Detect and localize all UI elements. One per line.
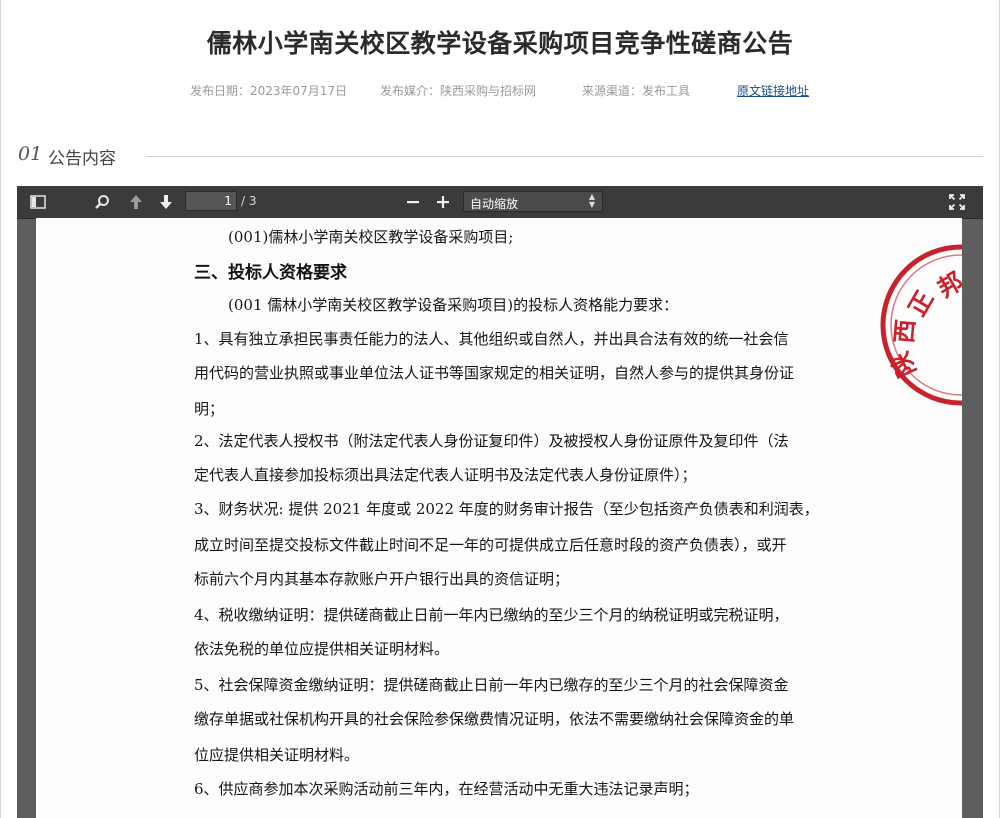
source-channel: 来源渠道：发布工具 [582,84,691,98]
arrow-up-icon [129,194,143,210]
page-border-left [0,0,1,818]
doc-line: 1、具有独立承担民事责任能力的法人、其他组织或自然人，并出具合法有效的统一社会信 [194,330,789,348]
section-header: 01 公告内容 [18,143,983,169]
doc-line: 缴存单据或社保机构开具的社会保险参保缴费情况证明，依法不需要缴纳社会保障资金的单 [194,710,795,728]
doc-line: 定代表人直接参加投标须出具法定代表人证明书及法定代表人身份证原件）； [194,466,697,484]
zoom-out-button[interactable] [403,192,423,212]
doc-line: 用代码的营业执照或事业单位法人证书等国家规定的相关证明，自然人参与的提供其身份证 [194,364,795,382]
zoom-select[interactable]: 自动缩放 ▲ ▼ [463,191,603,212]
section-label: 公告内容 [48,149,116,169]
sidebar-toggle-button[interactable] [27,192,49,212]
publish-date: 发布日期：2023年07月17日 [190,84,348,98]
section-number: 01 [18,143,43,165]
doc-line: 标前六个月内其基本存款账户开户银行出具的资信证明； [194,570,570,588]
official-seal: 邦 正 西 陕 [876,240,962,410]
section-divider [146,156,983,157]
find-button[interactable] [91,192,113,212]
doc-line: 明； [194,400,225,418]
fullscreen-icon [949,194,965,210]
doc-heading: 三、投标人资格要求 [194,263,347,283]
arrow-down-icon [159,194,173,210]
svg-text:陕: 陕 [886,348,922,382]
page-number-input[interactable] [185,191,237,211]
publish-media: 发布媒介：陕西采购与招标网 [380,84,537,98]
select-arrows-icon: ▲ ▼ [588,192,595,209]
doc-line: 6、供应商参加本次采购活动前三年内，在经营活动中无重大违法记录声明； [194,780,699,798]
page-total: / 3 [241,194,257,208]
doc-line: 5、社会保障资金缴纳证明：提供磋商截止日前一年内已缴存的至少三个月的社会保障资金 [194,676,789,694]
svg-text:邦: 邦 [933,267,962,303]
svg-text:正: 正 [903,286,939,321]
page-title: 儒林小学南关校区教学设备采购项目竞争性磋商公告 [206,29,794,58]
minus-icon [406,195,420,209]
original-link[interactable]: 原文链接地址 [737,82,809,99]
pdf-viewer: / 3 自动缩放 ▲▼ [17,186,983,818]
pdf-page: 邦 正 西 陕 (001)儒林小学南关校区教学设备采购项目; 三、投标人资格要求… [36,218,962,818]
svg-text:西: 西 [890,318,920,344]
doc-line: 3、财务状况: 提供 2021 年度或 2022 年度的财务审计报告（至少包括资… [194,500,819,518]
next-page-button[interactable] [155,192,177,212]
plus-icon [436,195,450,209]
doc-line: 位应提供相关证明材料。 [194,746,360,764]
search-icon [94,194,110,210]
doc-line: 成立时间至提交投标文件截止时间不足一年的可提供成立后任意时段的资产负债表），或开 [194,536,787,554]
doc-line: (001 儒林小学南关校区教学设备采购项目)的投标人资格能力要求： [228,296,679,314]
pdf-toolbar: / 3 自动缩放 ▲▼ [17,186,983,219]
doc-line: 2、法定代表人授权书（附法定代表人身份证复印件）及被授权人身份证原件及复印件（法 [194,432,789,450]
zoom-select-value: 自动缩放 [470,197,519,211]
doc-line: (001)儒林小学南关校区教学设备采购项目; [228,228,514,246]
presentation-mode-button[interactable] [945,192,969,212]
zoom-in-button[interactable] [433,192,453,212]
doc-line: 4、税收缴纳证明：提供磋商截止日前一年内已缴纳的至少三个月的纳税证明或完税证明， [194,606,789,624]
sidebar-toggle-icon [30,195,46,209]
doc-line: 依法免税的单位应提供相关证明材料。 [194,640,450,658]
previous-page-button[interactable] [125,192,147,212]
